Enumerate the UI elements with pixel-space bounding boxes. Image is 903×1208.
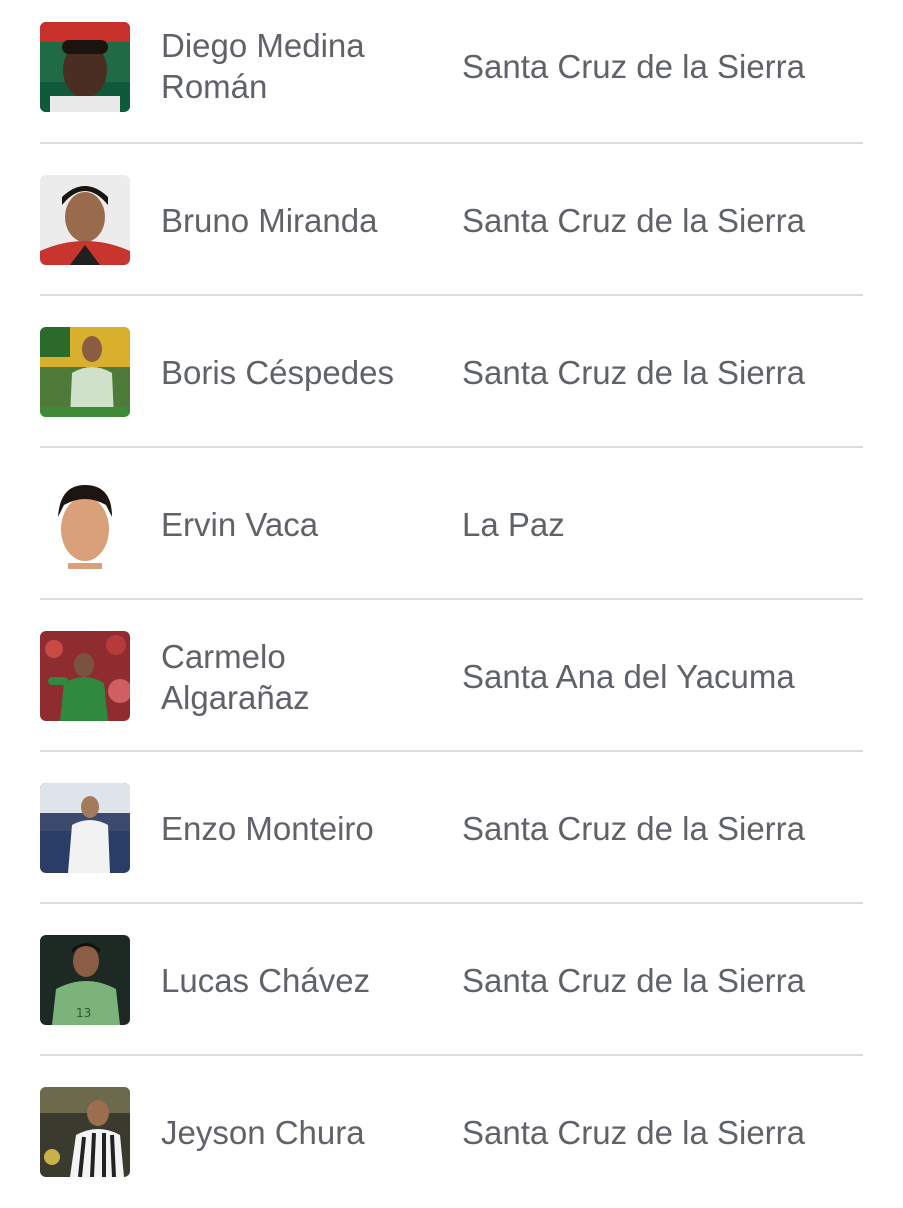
player-name: Boris Céspedes	[161, 354, 394, 391]
player-birthplace: Santa Ana del Yacuma	[462, 658, 795, 695]
svg-text:13: 13	[76, 1006, 91, 1020]
player-photo-icon	[40, 783, 130, 873]
player-birthplace: Santa Cruz de la Sierra	[462, 202, 806, 239]
player-name: Bruno Miranda	[161, 202, 378, 239]
player-name: Ervin Vaca	[161, 506, 319, 543]
list-item[interactable]: Enzo Monteiro Santa Cruz de la Sierra	[40, 752, 863, 904]
player-birthplace: Santa Cruz de la Sierra	[462, 354, 806, 391]
list-item[interactable]: Diego Medina Román Santa Cruz de la Sier…	[40, 0, 863, 144]
player-name: Carmelo Algarañaz	[161, 638, 310, 716]
player-birthplace: Santa Cruz de la Sierra	[462, 962, 806, 999]
player-photo-icon	[40, 22, 130, 112]
list-item[interactable]: Ervin Vaca La Paz	[40, 448, 863, 600]
player-birthplace: Santa Cruz de la Sierra	[462, 810, 806, 847]
player-photo-icon	[40, 1087, 130, 1177]
player-photo-icon	[40, 327, 130, 417]
player-photo-icon	[40, 631, 130, 721]
player-name: Enzo Monteiro	[161, 810, 374, 847]
list-item[interactable]: Boris Céspedes Santa Cruz de la Sierra	[40, 296, 863, 448]
player-photo-icon: 13	[40, 935, 130, 1025]
player-photo-icon	[40, 175, 130, 265]
list-item[interactable]: Jeyson Chura Santa Cruz de la Sierra	[40, 1056, 863, 1208]
player-birthplace: La Paz	[462, 506, 565, 543]
player-birthplace: Santa Cruz de la Sierra	[462, 48, 806, 85]
player-name: Lucas Chávez	[161, 962, 371, 999]
list-item[interactable]: Carmelo Algarañaz Santa Ana del Yacuma	[40, 600, 863, 752]
player-list: Diego Medina Román Santa Cruz de la Sier…	[40, 0, 863, 1208]
player-name: Diego Medina Román	[161, 27, 365, 105]
list-item[interactable]: 13 Lucas Chávez Santa Cruz de la Sierra	[40, 904, 863, 1056]
player-name: Jeyson Chura	[161, 1114, 365, 1151]
list-item[interactable]: Bruno Miranda Santa Cruz de la Sierra	[40, 144, 863, 296]
player-birthplace: Santa Cruz de la Sierra	[462, 1114, 806, 1151]
player-photo-icon	[40, 479, 130, 569]
